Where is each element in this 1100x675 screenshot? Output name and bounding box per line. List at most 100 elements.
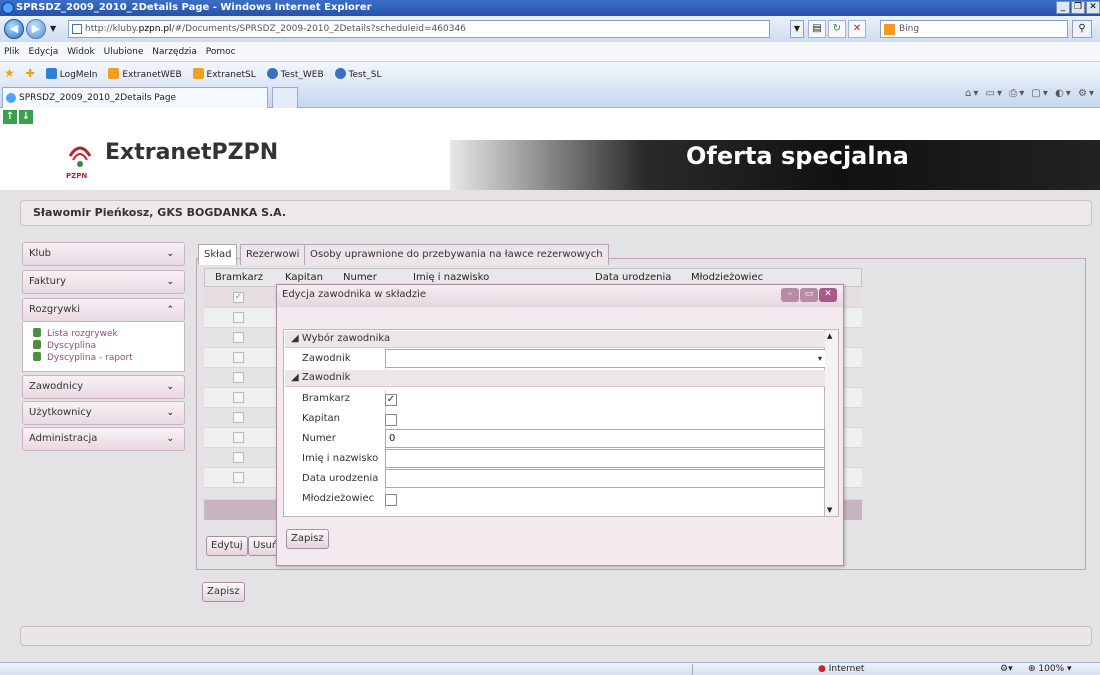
section-header[interactable]: ◢ Wybór zawodnika [285, 331, 825, 348]
favorite-extranetsl[interactable]: ExtranetSL [192, 64, 256, 86]
favorite-logmein[interactable]: LogMeIn [45, 64, 97, 86]
field-label: Data urodzenia [298, 470, 386, 489]
pzpn-logo [68, 146, 92, 167]
feeds-icon[interactable]: ▭▾ [986, 88, 1004, 99]
menu-view[interactable]: Widok [67, 47, 95, 57]
link-icon [33, 352, 41, 361]
field-label: Zawodnik [298, 350, 386, 369]
history-dropdown-icon[interactable]: ▼ [50, 24, 56, 33]
address-bar[interactable]: http://kluby.pzpn.pl/#/Documents/SPRSDZ_… [68, 20, 770, 38]
extranetweb-icon [108, 68, 120, 79]
ie-icon [2, 2, 14, 14]
tab-rezerwowi[interactable]: Rezerwowi [240, 244, 306, 265]
close-icon[interactable]: ✕ [1086, 1, 1100, 14]
edit-button[interactable]: Edytuj [206, 536, 248, 556]
print-icon[interactable]: ⎙▾ [1009, 88, 1026, 99]
checkbox-icon [233, 472, 244, 483]
field-label: Imię i nazwisko [298, 450, 386, 469]
ie-tab-icon [6, 93, 16, 103]
scroll-down-icon[interactable]: ▼ [827, 506, 832, 514]
menu-edit[interactable]: Edycja [29, 47, 59, 57]
arrow-down-icon[interactable]: ↓ [19, 110, 33, 124]
checkbox-checked-icon: ✓ [233, 292, 244, 303]
menu-file[interactable]: Plik [4, 47, 20, 57]
sidebar-item-rozgrywki[interactable]: Rozgrywki ⌃ [22, 298, 185, 322]
favorite-test-sl[interactable]: Test_SL [334, 64, 381, 86]
checkbox-icon [233, 352, 244, 363]
youth-checkbox[interactable] [385, 494, 397, 506]
address-dropdown[interactable]: ▼ [790, 20, 804, 38]
favorite-extranetweb[interactable]: ExtranetWEB [108, 64, 182, 86]
sidebar-item-administracja[interactable]: Administracja ⌄ [22, 427, 185, 451]
tools-icon[interactable]: ⚙▾ [1078, 88, 1096, 99]
test-web-icon [266, 68, 278, 79]
sidebar-subitem-dyscyplina[interactable]: Dyscyplina [33, 340, 96, 351]
arrow-up-icon[interactable]: ↑ [3, 110, 17, 124]
favorites-star-icon[interactable]: ★ [4, 62, 15, 84]
search-input[interactable]: Bing [880, 20, 1068, 38]
sidebar-subitem-lista-rozgrywek[interactable]: Lista rozgrywek [33, 328, 118, 339]
protected-mode-icon[interactable]: ⚙▾ [1000, 663, 1013, 675]
address-toolbar: ◀ ▶ ▼ http://kluby.pzpn.pl/#/Documents/S… [0, 16, 1100, 42]
dialog-save-button[interactable]: Zapisz [286, 529, 329, 549]
test-sl-icon [334, 68, 346, 79]
property-grid: ◢ Wybór zawodnika Zawodnik ▾ ◢ Zawodnik … [283, 329, 829, 517]
scroll-up-icon[interactable]: ▲ [827, 332, 832, 340]
tab-osoby-uprawnione[interactable]: Osoby uprawnione do przebywania na ławce… [304, 244, 609, 265]
page-menu-icon[interactable]: ▢▾ [1031, 88, 1049, 99]
search-icon[interactable]: ⚲ [1072, 20, 1092, 38]
menu-help[interactable]: Pomoc [206, 47, 236, 57]
home-icon[interactable]: ⌂▾ [965, 88, 980, 99]
birthdate-field[interactable] [385, 469, 825, 488]
add-favorite-icon[interactable]: ✚ [26, 63, 35, 85]
checkbox-icon [233, 312, 244, 323]
sidebar-item-uzytkownicy[interactable]: Użytkownicy ⌄ [22, 401, 185, 425]
name-field[interactable] [385, 449, 825, 468]
maximize-icon[interactable]: ▭ [800, 288, 818, 302]
dialog-controls: – ▭ ✕ [781, 288, 837, 302]
bing-icon [884, 24, 895, 35]
chevron-down-icon: ⌄ [166, 382, 174, 392]
user-bar: Sławomir Pieńkosz, GKS BOGDANKA S.A. [20, 200, 1092, 226]
close-icon[interactable]: ✕ [819, 288, 837, 302]
restore-icon[interactable]: ❐ [1071, 1, 1085, 14]
sidebar-item-faktury[interactable]: Faktury ⌄ [22, 270, 185, 294]
menu-favorites[interactable]: Ulubione [104, 47, 144, 57]
goalkeeper-checkbox[interactable]: ✓ [385, 394, 397, 406]
number-field[interactable]: 0 [385, 429, 825, 448]
minimize-icon[interactable]: _ [1056, 1, 1070, 14]
stop-icon[interactable]: ✕ [848, 20, 866, 38]
menu-tools[interactable]: Narzędzia [152, 47, 197, 57]
back-button[interactable]: ◀ [4, 19, 24, 39]
forward-button[interactable]: ▶ [26, 19, 46, 39]
favorites-bar: ★ ✚ LogMeIn ExtranetWEB ExtranetSL Test_… [0, 62, 1100, 84]
field-label: Bramkarz [298, 390, 386, 409]
dialog-title: Edycja zawodnika w składzie [282, 289, 427, 300]
tab-sklad[interactable]: Skład [198, 244, 238, 265]
edit-player-dialog: Edycja zawodnika w składzie – ▭ ✕ ◢ Wybó… [276, 284, 844, 566]
sidebar-item-zawodnicy[interactable]: Zawodnicy ⌄ [22, 375, 185, 399]
section-header[interactable]: ◢ Zawodnik [285, 370, 825, 387]
captain-checkbox[interactable] [385, 414, 397, 426]
dialog-scrollbar[interactable]: ▲ ▼ [825, 329, 839, 517]
compatibility-icon[interactable]: ▤ [808, 20, 826, 38]
minimize-icon[interactable]: – [781, 288, 799, 302]
refresh-icon[interactable]: ↻ [828, 20, 846, 38]
save-button[interactable]: Zapisz [202, 582, 245, 602]
safety-icon[interactable]: ◐▾ [1055, 88, 1073, 99]
sidebar-subitem-dyscyplina-raport[interactable]: Dyscyplina - raport [33, 352, 133, 363]
player-select[interactable]: ▾ [385, 349, 829, 368]
command-bar: ⌂▾ ▭▾ ⎙▾ ▢▾ ◐▾ ⚙▾ [965, 88, 1096, 104]
chevron-up-icon: ⌃ [166, 305, 174, 315]
new-tab-button[interactable] [272, 87, 298, 108]
sidebar-item-klub[interactable]: Klub ⌄ [22, 242, 185, 266]
promo-title: Oferta specjalna [686, 142, 909, 170]
chevron-down-icon: ⌄ [166, 277, 174, 287]
menu-bar: Plik Edycja Widok Ulubione Narzędzia Pom… [0, 42, 1100, 62]
zoom-level[interactable]: ⊕ 100% ▾ [1028, 663, 1072, 675]
favorite-test-web[interactable]: Test_WEB [266, 64, 324, 86]
link-icon [33, 340, 41, 349]
browser-tab[interactable]: SPRSDZ_2009_2010_2Details Page [2, 87, 268, 108]
column-header[interactable]: Bramkarz [215, 269, 263, 286]
checkbox-icon [233, 452, 244, 463]
